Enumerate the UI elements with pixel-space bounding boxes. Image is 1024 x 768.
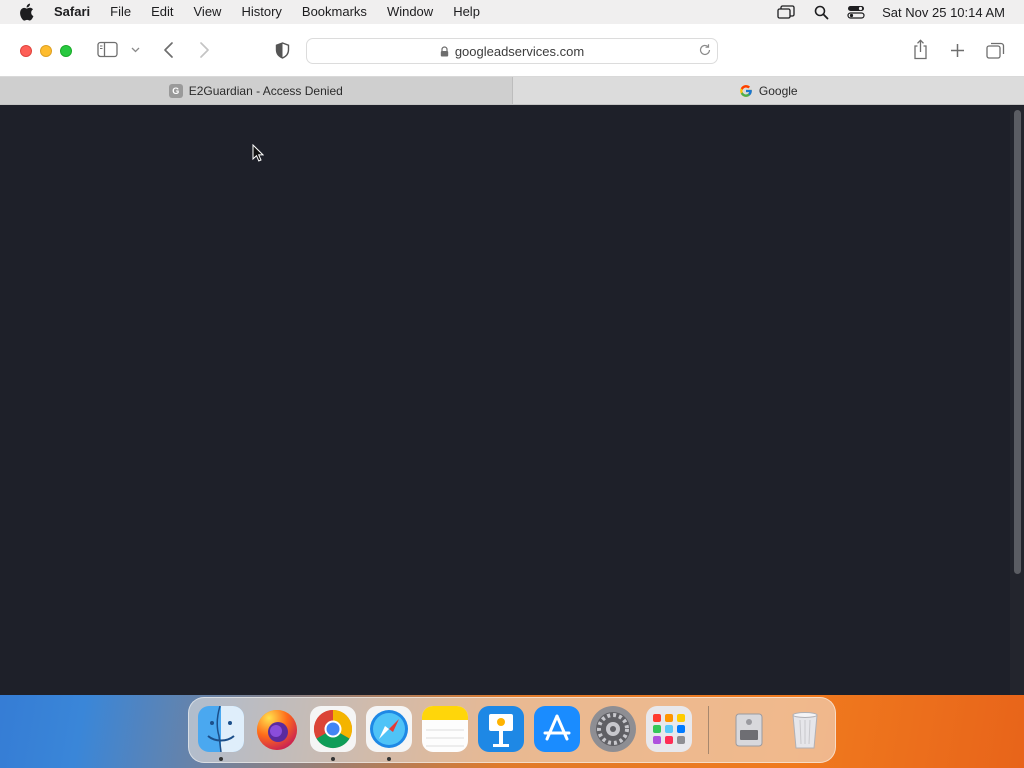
mouse-pointer-icon [252, 143, 265, 167]
dock [188, 697, 836, 763]
menu-bookmarks[interactable]: Bookmarks [292, 0, 377, 24]
share-icon[interactable] [912, 39, 929, 60]
tab-overview-icon[interactable] [986, 42, 1005, 59]
safari-app-icon[interactable] [366, 706, 412, 752]
tab-google[interactable]: Google [511, 77, 1024, 104]
finder-icon[interactable] [198, 706, 244, 752]
tab-title: E2Guardian - Access Denied [188, 83, 343, 98]
menu-view[interactable]: View [184, 0, 232, 24]
tab-bar: G E2Guardian - Access Denied Google [0, 77, 1024, 105]
menu-help[interactable]: Help [443, 0, 490, 24]
lock-icon [440, 45, 449, 57]
google-chrome-icon[interactable] [310, 706, 356, 752]
system-preferences-icon[interactable] [590, 706, 636, 752]
sidebar-toggle-icon[interactable] [97, 41, 118, 58]
apple-menu-icon[interactable] [18, 3, 36, 21]
tab-group-chevron-down-icon[interactable] [131, 47, 140, 53]
new-tab-plus-icon[interactable] [950, 43, 965, 58]
tab-e2guardian[interactable]: G E2Guardian - Access Denied [0, 77, 512, 104]
running-indicator [331, 757, 335, 761]
menu-bar-clock[interactable]: Sat Nov 25 10:14 AM [882, 5, 1005, 20]
control-center-icon[interactable] [847, 4, 865, 20]
firefox-icon[interactable] [254, 706, 300, 752]
running-indicator [387, 757, 391, 761]
menu-app-name[interactable]: Safari [54, 0, 100, 24]
menu-history[interactable]: History [231, 0, 291, 24]
menu-bar: Safari File Edit View History Bookmarks … [0, 0, 1024, 24]
menu-edit[interactable]: Edit [141, 0, 183, 24]
forward-icon[interactable] [199, 41, 210, 59]
address-text: googleadservices.com [454, 43, 585, 59]
screen-mirroring-icon[interactable] [777, 4, 795, 20]
maximize-window-button[interactable] [60, 45, 72, 57]
web-content-area[interactable] [0, 106, 1010, 695]
spotlight-search-icon[interactable] [812, 4, 830, 20]
privacy-report-shield-icon[interactable] [275, 42, 290, 59]
menu-file[interactable]: File [100, 0, 141, 24]
menu-window[interactable]: Window [377, 0, 443, 24]
safari-toolbar: googleadservices.com [0, 24, 1024, 77]
minimize-window-button[interactable] [40, 45, 52, 57]
google-g-icon [739, 84, 753, 98]
app-store-icon[interactable] [534, 706, 580, 752]
back-icon[interactable] [163, 41, 174, 59]
site-favicon-icon: G [168, 83, 183, 98]
dock-separator [708, 706, 709, 754]
vertical-scrollbar[interactable] [1010, 106, 1024, 695]
menu-bar-status-area: Sat Nov 25 10:14 AM [777, 0, 1024, 24]
scrollbar-thumb[interactable] [1014, 110, 1021, 574]
close-window-button[interactable] [20, 45, 32, 57]
running-indicator [219, 757, 223, 761]
reload-icon[interactable] [698, 43, 712, 57]
safari-window: googleadservices.com G E2Guardian - Acce… [0, 24, 1024, 695]
tab-title: Google [758, 83, 798, 98]
keynote-icon[interactable] [478, 706, 524, 752]
address-bar[interactable]: googleadservices.com [306, 38, 718, 64]
launchpad-icon[interactable] [646, 706, 692, 752]
disk-utility-icon[interactable] [726, 706, 772, 752]
trash-icon[interactable] [782, 706, 828, 752]
notes-icon[interactable] [422, 706, 468, 752]
